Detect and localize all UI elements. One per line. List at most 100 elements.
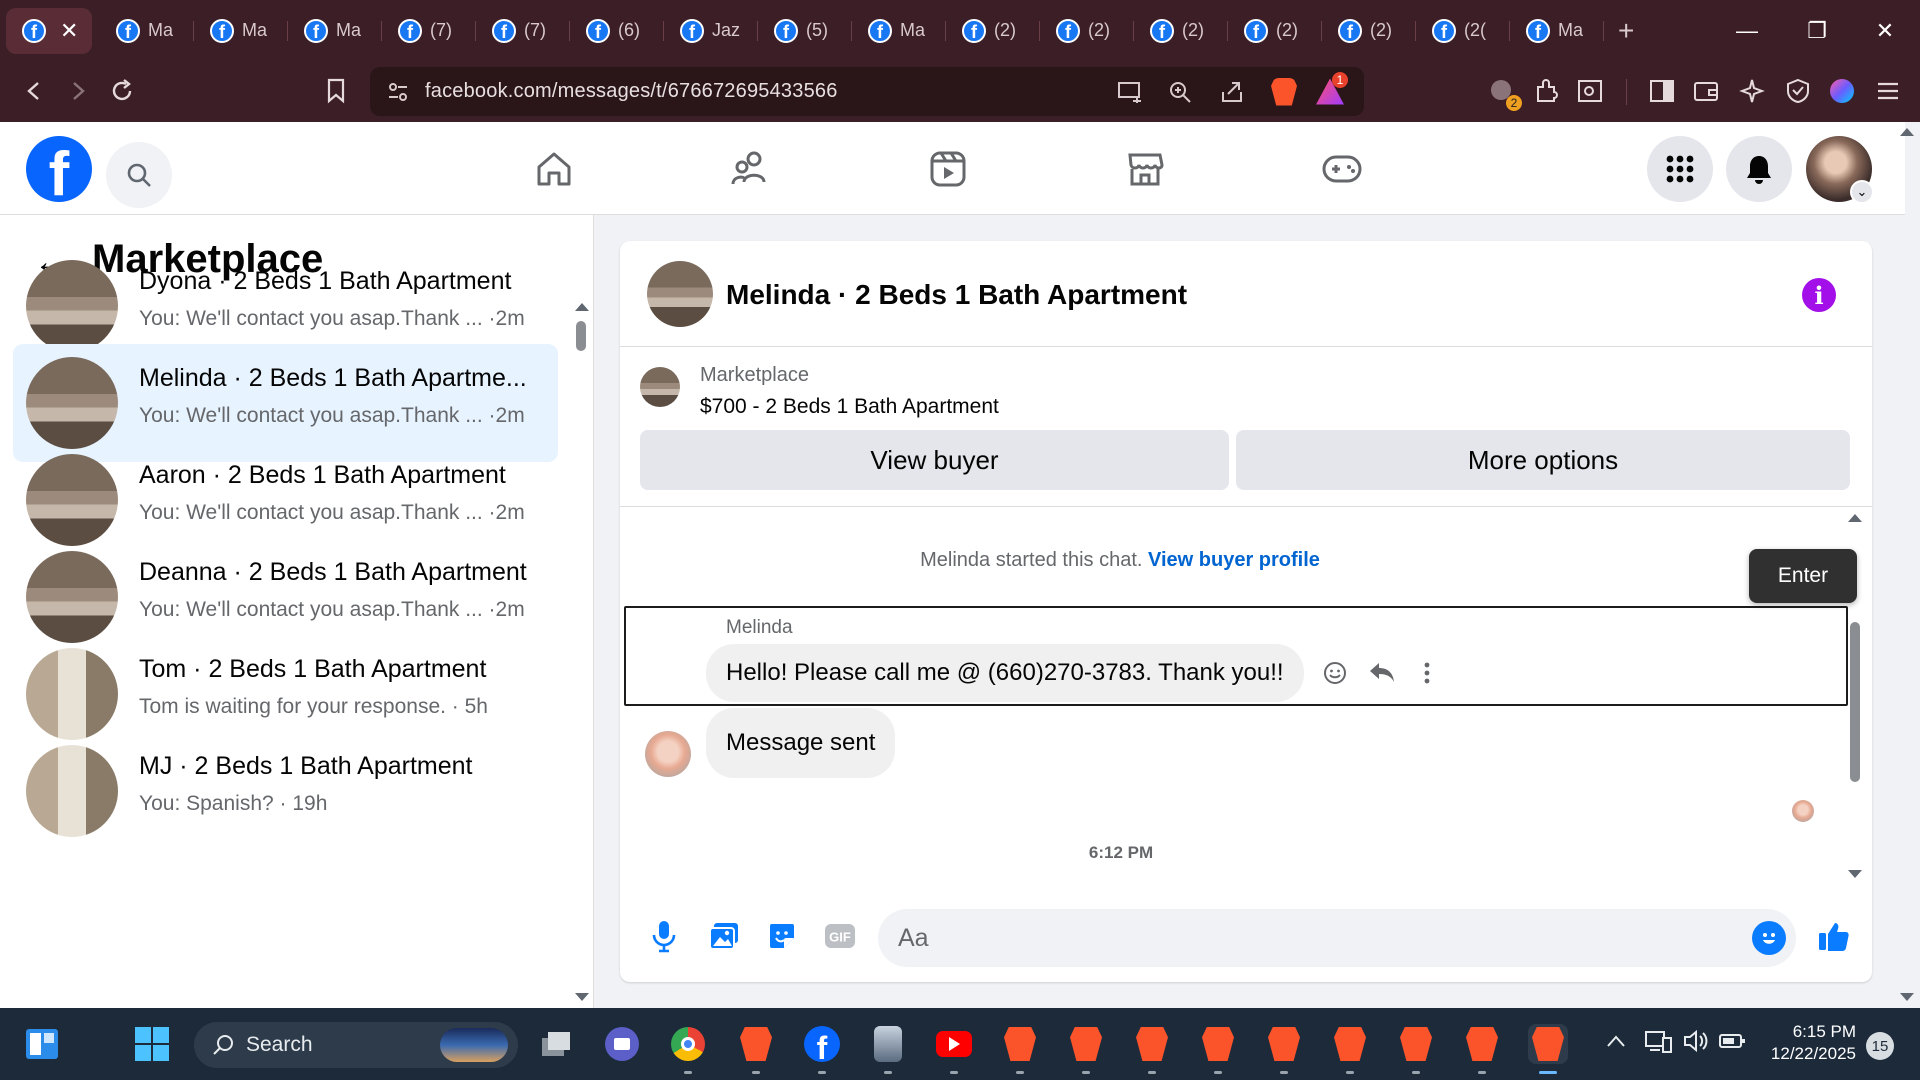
reload-icon[interactable]: [102, 71, 142, 111]
home-icon[interactable]: [529, 144, 579, 194]
account-avatar[interactable]: ⌄: [1806, 136, 1874, 204]
thread-scrollbar[interactable]: [1850, 622, 1860, 782]
browser-tab-active[interactable]: f ✕: [6, 7, 92, 54]
cast-icon[interactable]: [1114, 76, 1146, 108]
video-icon[interactable]: [923, 144, 973, 194]
more-options-button[interactable]: More options: [1236, 430, 1850, 490]
browser-tab[interactable]: f Ma: [194, 8, 288, 54]
browser-tab[interactable]: f Ma: [1510, 8, 1604, 54]
brave-shields-icon[interactable]: [1268, 76, 1300, 108]
message-bubble[interactable]: Message sent: [706, 708, 896, 778]
view-buyer-button[interactable]: View buyer: [640, 430, 1229, 490]
emoji-icon[interactable]: [1752, 921, 1786, 955]
zoom-icon[interactable]: [1164, 76, 1196, 108]
notifications-button[interactable]: [1726, 136, 1792, 202]
teams-meet-icon[interactable]: [602, 1024, 642, 1064]
system-clock[interactable]: 6:15 PM 12/22/2025: [1760, 1021, 1856, 1065]
facebook-logo-icon[interactable]: f: [26, 136, 92, 202]
brave-profile-active-icon[interactable]: [1528, 1024, 1568, 1074]
share-icon[interactable]: [1216, 76, 1248, 108]
close-tab-icon[interactable]: ✕: [60, 18, 78, 44]
page-scroll-down-arrow[interactable]: [1900, 993, 1914, 1001]
minimize-icon[interactable]: —: [1712, 0, 1782, 61]
chat-avatar[interactable]: [647, 261, 713, 327]
chrome-icon[interactable]: [668, 1024, 708, 1074]
profile-orb-icon[interactable]: [1822, 71, 1862, 111]
brave-profile-icon[interactable]: [1396, 1024, 1436, 1074]
browser-tab[interactable]: f Ma: [288, 8, 382, 54]
thread-scroll-up-arrow[interactable]: [1848, 514, 1862, 522]
brave-profile-icon[interactable]: [1000, 1024, 1040, 1074]
menu-icon[interactable]: [1868, 71, 1908, 111]
microphone-icon[interactable]: [646, 918, 682, 954]
back-icon[interactable]: [14, 71, 54, 111]
reply-icon[interactable]: [1365, 656, 1399, 690]
site-settings-icon[interactable]: [382, 76, 414, 108]
brave-profile-icon[interactable]: [1066, 1024, 1106, 1074]
thread-scroll-down-arrow[interactable]: [1848, 870, 1862, 878]
sticker-icon[interactable]: [764, 918, 800, 954]
browser-tab[interactable]: f (7): [382, 8, 476, 54]
browser-tab[interactable]: f (6): [570, 8, 664, 54]
list-scroll-up-arrow[interactable]: [575, 303, 589, 311]
browser-tab[interactable]: f (2): [1228, 8, 1322, 54]
listing-thumbnail[interactable]: [640, 367, 680, 407]
react-emoji-icon[interactable]: [1318, 656, 1352, 690]
gaming-icon[interactable]: [1317, 144, 1367, 194]
youtube-icon[interactable]: [934, 1024, 974, 1074]
network-icon[interactable]: [1644, 1028, 1672, 1059]
chat-title[interactable]: Melinda · 2 Beds 1 Bath Apartment: [726, 279, 1187, 311]
thumbs-up-icon[interactable]: [1816, 918, 1852, 954]
volume-icon[interactable]: [1682, 1028, 1710, 1059]
task-view-icon[interactable]: [536, 1024, 576, 1064]
info-icon[interactable]: i: [1802, 278, 1836, 312]
message-input[interactable]: [878, 909, 1738, 967]
wallet-icon[interactable]: [1686, 71, 1726, 111]
browser-tab[interactable]: f (2): [1134, 8, 1228, 54]
taskbar-search[interactable]: Search: [194, 1022, 518, 1068]
buyer-avatar[interactable]: [645, 731, 691, 777]
brave-rewards-icon[interactable]: 1: [1314, 71, 1348, 108]
view-buyer-profile-link[interactable]: View buyer profile: [1148, 549, 1320, 571]
brave-profile-icon[interactable]: [1132, 1024, 1172, 1074]
chevron-up-icon[interactable]: [1606, 1032, 1626, 1053]
battery-icon[interactable]: [1718, 1030, 1746, 1057]
browser-tab[interactable]: f (7): [476, 8, 570, 54]
widgets-icon[interactable]: [22, 1024, 62, 1064]
forward-icon[interactable]: [58, 71, 98, 111]
browser-tab[interactable]: f Ma: [852, 8, 946, 54]
list-scroll-down-arrow[interactable]: [575, 993, 589, 1001]
browser-tab[interactable]: f Ma: [100, 8, 194, 54]
facebook-taskbar-icon[interactable]: f: [802, 1024, 842, 1074]
friends-icon[interactable]: [726, 144, 776, 194]
browser-tab[interactable]: f Jaz: [664, 8, 758, 54]
conversation-item[interactable]: MJ · 2 Beds 1 Bath Apartment You: Spanish…: [13, 732, 558, 850]
start-windows-icon[interactable]: [132, 1024, 172, 1064]
brave-profile-icon[interactable]: [1264, 1024, 1304, 1074]
brave-profile-icon[interactable]: [1198, 1024, 1238, 1074]
browser-tab[interactable]: f (5): [758, 8, 852, 54]
bookmark-icon[interactable]: [316, 71, 356, 111]
browser-tab[interactable]: f (2): [1040, 8, 1134, 54]
address-bar[interactable]: facebook.com/messages/t/676672695433566 …: [370, 67, 1364, 116]
notification-count-badge[interactable]: 15: [1866, 1032, 1894, 1060]
extensions-icon[interactable]: [1526, 71, 1566, 111]
reader-mode-icon[interactable]: [1570, 71, 1610, 111]
brave-profile-icon[interactable]: [1462, 1024, 1502, 1074]
listing-title[interactable]: $700 - 2 Beds 1 Bath Apartment: [700, 395, 999, 419]
extension-badge-icon[interactable]: 2: [1482, 71, 1522, 111]
brave-taskbar-icon[interactable]: [736, 1024, 776, 1074]
page-scroll-up-arrow[interactable]: [1900, 128, 1914, 136]
search-button[interactable]: [106, 142, 172, 208]
message-bubble[interactable]: Hello! Please call me @ (660)270-3783. T…: [706, 644, 1304, 702]
browser-tab[interactable]: f (2(: [1416, 8, 1510, 54]
marketplace-icon[interactable]: [1120, 144, 1170, 194]
photo-icon[interactable]: [706, 918, 742, 954]
leo-ai-icon[interactable]: [1732, 71, 1772, 111]
app-figure-icon[interactable]: [868, 1024, 908, 1074]
more-vertical-icon[interactable]: [1410, 656, 1444, 690]
sidebar-icon[interactable]: [1642, 71, 1682, 111]
brave-profile-icon[interactable]: [1330, 1024, 1370, 1074]
list-scrollbar[interactable]: [576, 321, 586, 351]
browser-tab[interactable]: f (2): [1322, 8, 1416, 54]
